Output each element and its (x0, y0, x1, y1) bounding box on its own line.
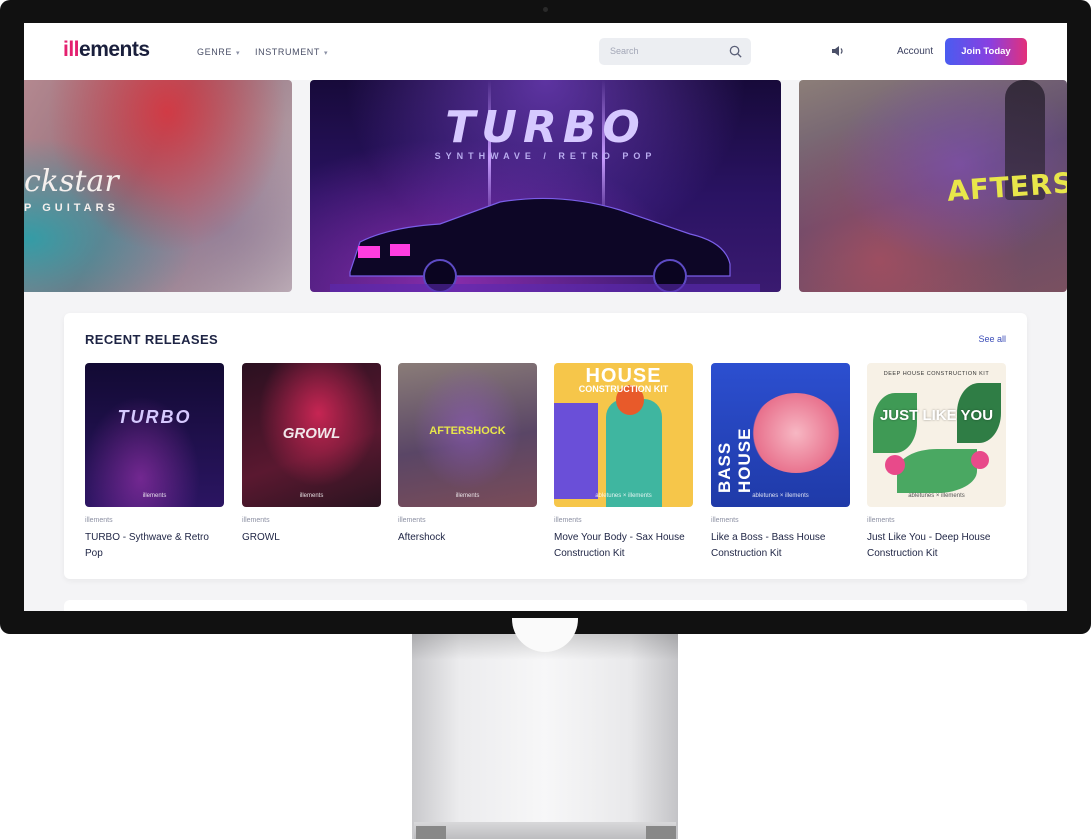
carousel-slide-rockstar[interactable]: ckstar P GUITARS (24, 80, 292, 292)
monitor-stand (412, 630, 678, 839)
monitor-bezel: illements GENRE ▾ INSTRUMENT ▾ Search Acco… (0, 0, 1091, 634)
release-publisher: illements (554, 517, 582, 524)
stand-foot (414, 822, 676, 839)
search-input[interactable]: Search (599, 38, 751, 65)
next-section-card (64, 600, 1027, 611)
search-placeholder: Search (610, 46, 639, 56)
carousel-slide-turbo[interactable]: TURBO SYNTHWAVE / RETRO POP (310, 80, 781, 292)
cover-title: JUST LIKE YOU (879, 407, 994, 424)
release-cover[interactable]: GROWL illements (242, 363, 381, 507)
cover-label: illements (299, 493, 324, 499)
cover-top-text: DEEP HOUSE CONSTRUCTION KIT (883, 371, 990, 377)
screen: illements GENRE ▾ INSTRUMENT ▾ Search Acco… (24, 23, 1067, 611)
speaker-icon[interactable] (831, 45, 845, 57)
release-title[interactable]: GROWL (242, 530, 381, 546)
cover-label: illements (142, 493, 167, 499)
release-card[interactable]: GROWL illements illements GROWL (242, 363, 381, 546)
logo[interactable]: illements (63, 38, 150, 62)
release-title[interactable]: TURBO - Sythwave & Retro Pop (85, 530, 224, 562)
release-cover[interactable]: TURBO illements (85, 363, 224, 507)
recent-releases-section: RECENT RELEASES See all TURBO illements … (64, 313, 1027, 579)
join-today-button[interactable]: Join Today (945, 38, 1027, 65)
release-publisher: illements (398, 517, 426, 524)
release-cover[interactable]: BASS HOUSE abletunes × illements (711, 363, 850, 507)
release-title[interactable]: Aftershock (398, 530, 537, 546)
logo-accent: ill (63, 38, 80, 61)
release-publisher: illements (711, 517, 739, 524)
section-title: RECENT RELEASES (85, 332, 219, 347)
release-publisher: illements (867, 517, 895, 524)
search-icon[interactable] (728, 44, 743, 59)
release-card[interactable]: DEEP HOUSE CONSTRUCTION KIT JUST LIKE YO… (867, 363, 1006, 562)
cover-label: illements (455, 493, 480, 499)
chevron-down-icon: ▾ (236, 50, 241, 57)
stand-foot-left (416, 826, 446, 839)
cover-art-stripe (554, 403, 598, 499)
cover-subtitle: CONSTRUCTION KIT (578, 384, 669, 394)
release-title[interactable]: Move Your Body - Sax House Construction … (554, 530, 693, 562)
cover-art-flower (971, 451, 989, 469)
carousel-slide-aftershock[interactable]: AFTERSHOC (799, 80, 1067, 292)
chevron-down-icon: ▾ (324, 50, 329, 57)
release-card[interactable]: AFTERSHOCK illements illements Aftershoc… (398, 363, 537, 546)
cover-art-flower (885, 455, 905, 475)
nav-instrument-label: INSTRUMENT (255, 47, 320, 57)
stand-foot-right (646, 826, 676, 839)
cover-label: abletunes × illements (595, 493, 652, 499)
slide-subtitle: P GUITARS (24, 202, 119, 214)
release-cover[interactable]: HOUSE CONSTRUCTION KIT abletunes × illem… (554, 363, 693, 507)
cover-title: GROWL (282, 425, 341, 442)
slide-subtitle: SYNTHWAVE / RETRO POP (434, 151, 657, 161)
see-all-link[interactable]: See all (978, 334, 1006, 344)
release-publisher: illements (242, 517, 270, 524)
account-link[interactable]: Account (897, 46, 933, 57)
site-header: illements GENRE ▾ INSTRUMENT ▾ Search Acco… (24, 23, 1067, 80)
slide-title: TURBO (445, 102, 646, 153)
release-title[interactable]: Like a Boss - Bass House Construction Ki… (711, 530, 850, 562)
nav-genre[interactable]: GENRE ▾ (197, 47, 240, 57)
cover-art-cloud (751, 393, 841, 473)
car-illustration (330, 197, 760, 292)
release-title[interactable]: Just Like You - Deep House Construction … (867, 530, 1006, 562)
cover-art-leaf (897, 449, 977, 493)
release-card[interactable]: BASS HOUSE abletunes × illements illemen… (711, 363, 850, 562)
release-cover[interactable]: AFTERSHOCK illements (398, 363, 537, 507)
cover-label: abletunes × illements (752, 493, 809, 499)
cover-art-figure (606, 399, 662, 507)
release-card[interactable]: TURBO illements illements TURBO - Sythwa… (85, 363, 224, 562)
slide-title: ckstar (24, 164, 119, 199)
cover-label: abletunes × illements (908, 493, 965, 499)
logo-rest: ements (79, 38, 150, 61)
cover-title: TURBO (117, 407, 192, 427)
nav-genre-label: GENRE (197, 47, 233, 57)
cover-title: BASS HOUSE (715, 427, 754, 493)
release-cover[interactable]: DEEP HOUSE CONSTRUCTION KIT JUST LIKE YO… (867, 363, 1006, 507)
release-card[interactable]: HOUSE CONSTRUCTION KIT abletunes × illem… (554, 363, 693, 562)
release-publisher: illements (85, 517, 113, 524)
nav-instrument[interactable]: INSTRUMENT ▾ (255, 47, 328, 57)
camera-icon (543, 7, 548, 12)
cover-title: AFTERSHOCK (429, 425, 506, 437)
